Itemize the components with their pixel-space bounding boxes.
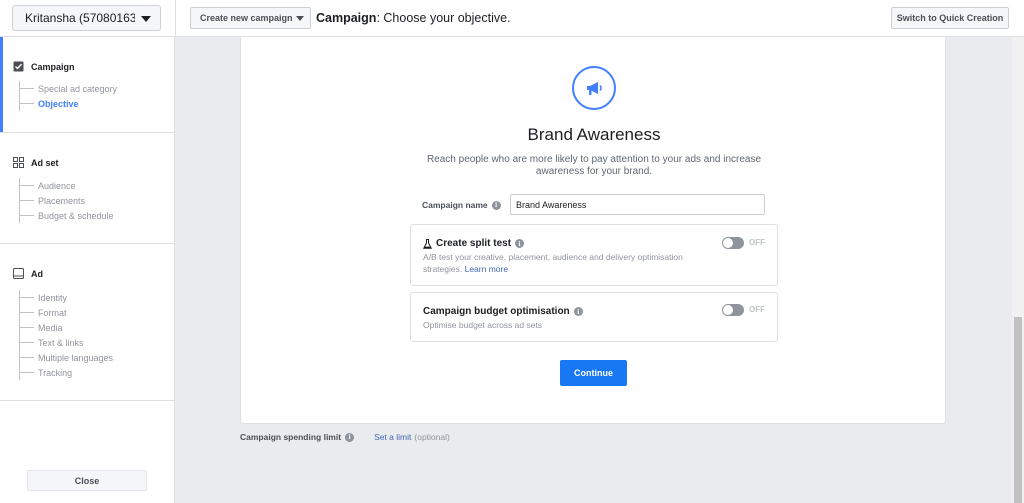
budget-optimisation-toggle-label: OFF xyxy=(749,305,765,314)
budget-optimisation-description: Optimise budget across ad sets xyxy=(423,320,543,330)
sidebar-section-adset: Ad set Audience Placements Budget & sche… xyxy=(0,133,174,244)
objective-title: Brand Awareness xyxy=(527,125,661,144)
grid-icon xyxy=(13,157,24,168)
budget-optimisation-toggle[interactable] xyxy=(722,304,744,316)
split-test-title: Create split test i xyxy=(423,238,525,249)
optional-label: (optional) xyxy=(414,432,450,442)
info-icon[interactable]: i xyxy=(345,432,355,442)
spending-limit-label-text: Campaign spending limit xyxy=(240,432,342,442)
budget-optimisation-title-text: Campaign budget optimisation xyxy=(423,306,570,317)
sidebar-item-objective[interactable]: Objective xyxy=(20,96,117,111)
sidebar-item-adset[interactable]: Ad set xyxy=(13,157,59,168)
info-icon[interactable]: i xyxy=(491,200,501,210)
sidebar-section-campaign: Campaign Special ad category Objective xyxy=(0,37,174,133)
ad-frame-icon xyxy=(13,268,24,279)
sidebar: Campaign Special ad category Objective A… xyxy=(0,37,175,503)
info-icon[interactable]: i xyxy=(573,307,583,316)
split-test-title-text: Create split test xyxy=(436,238,512,249)
page-title: Campaign: Choose your objective. xyxy=(316,11,511,25)
sidebar-item-text-links[interactable]: Text & links xyxy=(20,335,113,350)
info-icon[interactable]: i xyxy=(515,239,525,248)
continue-button[interactable]: Continue xyxy=(560,360,627,386)
campaign-name-label: Campaign name i xyxy=(422,200,501,210)
sidebar-item-multiple-languages[interactable]: Multiple languages xyxy=(20,350,113,365)
budget-optimisation-title: Campaign budget optimisation i xyxy=(423,306,583,317)
sidebar-item-identity[interactable]: Identity xyxy=(20,290,113,305)
page-title-rest: : Choose your objective. xyxy=(376,11,511,25)
scrollbar[interactable] xyxy=(1012,37,1024,503)
top-bar: Kritansha (5708016367 Create new campaig… xyxy=(0,0,1024,37)
sidebar-item-placements[interactable]: Placements xyxy=(20,193,114,208)
adset-steps: Audience Placements Budget & schedule xyxy=(19,178,114,223)
sidebar-item-special-ad-category[interactable]: Special ad category xyxy=(20,81,117,96)
ad-steps: Identity Format Media Text & links Multi… xyxy=(19,290,113,380)
active-indicator xyxy=(0,37,3,132)
account-name: Kritansha (5708016367 xyxy=(25,11,135,25)
spending-limit-row: Campaign spending limit i Set a limit (o… xyxy=(240,432,450,442)
sidebar-item-tracking[interactable]: Tracking xyxy=(20,365,113,380)
close-button[interactable]: Close xyxy=(27,470,147,491)
flask-icon xyxy=(423,238,432,249)
spending-limit-label: Campaign spending limit i xyxy=(240,432,355,442)
budget-optimisation-card: Campaign budget optimisation i Optimise … xyxy=(410,292,778,342)
campaign-name-label-text: Campaign name xyxy=(422,200,488,210)
sidebar-label-ad: Ad xyxy=(31,268,43,279)
split-test-toggle[interactable] xyxy=(722,237,744,249)
sidebar-section-ad: Ad Identity Format Media Text & links Mu… xyxy=(0,244,174,401)
split-test-toggle-label: OFF xyxy=(749,238,765,247)
objective-description: Reach people who are more likely to pay … xyxy=(426,154,762,177)
objective-icon-circle xyxy=(572,66,616,110)
chevron-down-icon xyxy=(141,16,151,22)
learn-more-link[interactable]: Learn more xyxy=(465,264,508,274)
sidebar-item-audience[interactable]: Audience xyxy=(20,178,114,193)
scrollbar-thumb[interactable] xyxy=(1014,317,1022,503)
switch-quick-creation-button[interactable]: Switch to Quick Creation xyxy=(891,7,1009,29)
sidebar-item-campaign[interactable]: Campaign xyxy=(13,61,75,72)
objective-card: Brand Awareness Reach people who are mor… xyxy=(240,37,946,424)
chevron-down-icon xyxy=(296,16,304,21)
page-title-bold: Campaign xyxy=(316,11,377,25)
campaign-steps: Special ad category Objective xyxy=(19,81,117,111)
create-new-campaign-button[interactable]: Create new campaign xyxy=(190,7,311,29)
sidebar-item-media[interactable]: Media xyxy=(20,320,113,335)
campaign-name-input[interactable] xyxy=(510,194,765,215)
account-selector[interactable]: Kritansha (5708016367 xyxy=(12,5,161,31)
split-test-description: A/B test your creative, placement, audie… xyxy=(423,251,723,275)
sidebar-label-adset: Ad set xyxy=(31,157,59,168)
sidebar-item-format[interactable]: Format xyxy=(20,305,113,320)
create-new-campaign-label: Create new campaign xyxy=(200,13,293,23)
divider xyxy=(175,0,176,37)
megaphone-icon xyxy=(587,82,602,95)
sidebar-item-budget-schedule[interactable]: Budget & schedule xyxy=(20,208,114,223)
sidebar-label-campaign: Campaign xyxy=(31,61,75,72)
split-test-card: Create split test i A/B test your creati… xyxy=(410,224,778,286)
set-limit-link[interactable]: Set a limit xyxy=(374,432,411,442)
checkbox-icon xyxy=(13,61,24,72)
split-test-desc-text: A/B test your creative, placement, audie… xyxy=(423,252,683,274)
sidebar-item-ad[interactable]: Ad xyxy=(13,268,43,279)
